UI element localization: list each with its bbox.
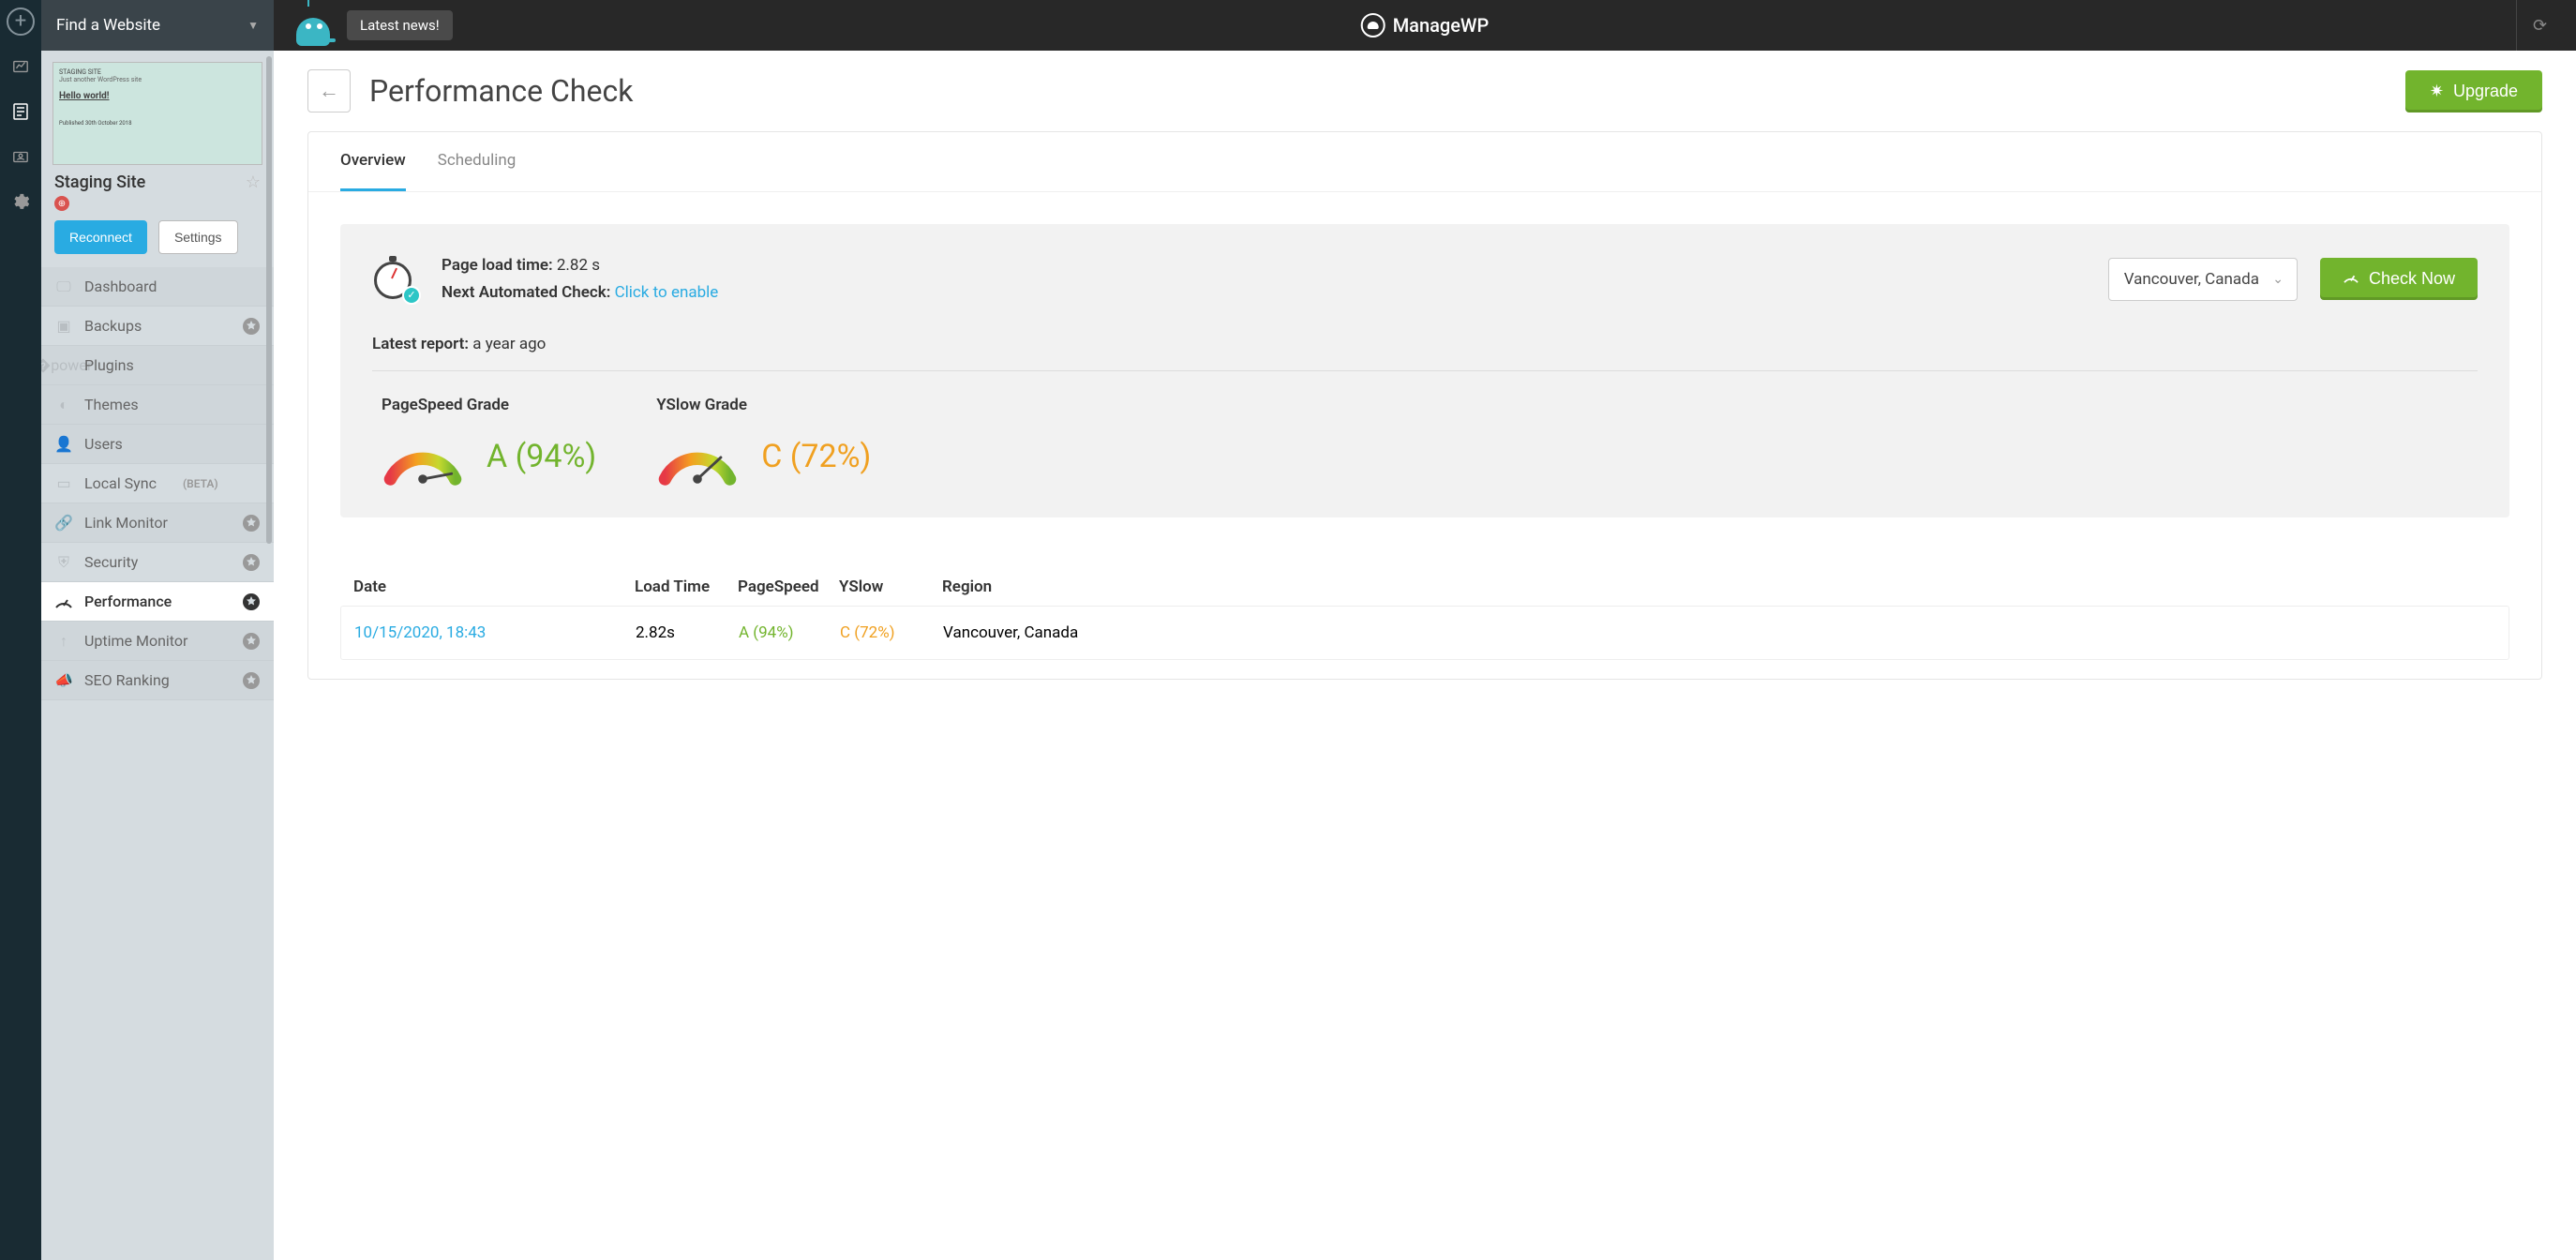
row-pagespeed: A (94%) — [739, 623, 840, 642]
link-icon: 🔗 — [54, 514, 73, 532]
table-row[interactable]: 10/15/2020, 18:43 2.82s A (94%) C (72%) … — [340, 606, 2509, 660]
performance-card: Overview Scheduling ✓ Page load time: 2.… — [307, 131, 2542, 680]
page-header: ← Performance Check ✷Upgrade — [274, 51, 2576, 131]
site-status-icon: ⊕ — [54, 196, 69, 211]
gear-badge-icon — [242, 592, 261, 611]
favorite-star-icon[interactable]: ☆ — [246, 172, 261, 192]
speedometer-icon — [54, 592, 73, 611]
nav-plugins[interactable]: �powerPlugins — [41, 346, 274, 385]
gauge-icon — [378, 424, 468, 489]
row-yslow: C (72%) — [840, 623, 943, 642]
gear-badge-icon — [242, 317, 261, 336]
row-load: 2.82s — [636, 623, 739, 642]
tab-overview[interactable]: Overview — [340, 132, 406, 191]
topbar: Latest news! ManageWP ⟳ — [274, 0, 2576, 51]
nav-seo[interactable]: 📣SEO Ranking — [41, 661, 274, 700]
stopwatch-icon: ✓ — [372, 256, 419, 303]
pagespeed-value: A (94%) — [487, 438, 596, 475]
region-select[interactable]: Vancouver, Canada ⌄ — [2108, 258, 2298, 301]
nav-security[interactable]: ⛨Security — [41, 543, 274, 582]
plug-icon: �power — [54, 356, 73, 375]
site-nav: 🖵Dashboard ▣Backups �powerPlugins ◐Theme… — [41, 267, 274, 1260]
row-date: 10/15/2020, 18:43 — [354, 623, 636, 642]
brand-logo: ManageWP — [1361, 13, 1490, 38]
pagespeed-grade: PageSpeed Grade A (94%) — [378, 396, 596, 489]
gear-badge-icon — [242, 553, 261, 572]
nav-users[interactable]: 👤Users — [41, 425, 274, 464]
tabs: Overview Scheduling — [308, 132, 2541, 192]
latest-report: Latest report: a year ago — [372, 335, 2478, 353]
monitor-icon: 🖵 — [54, 278, 73, 296]
yslow-grade: YSlow Grade C (72%) — [652, 396, 871, 489]
summary-panel: ✓ Page load time: 2.82 s Next Automated … — [340, 224, 2509, 518]
load-info: Page load time: 2.82 s Next Automated Ch… — [442, 252, 2086, 307]
back-button[interactable]: ← — [307, 69, 351, 112]
palette-icon: ◐ — [54, 396, 73, 414]
add-site-button[interactable]: + — [7, 8, 35, 36]
reconnect-button[interactable]: Reconnect — [54, 220, 147, 254]
gear-badge-icon — [242, 514, 261, 532]
main: Latest news! ManageWP ⟳ ← Performance Ch… — [274, 0, 2576, 1260]
rail-clients-icon[interactable] — [7, 142, 35, 171]
sidebar: Find a Website ▼ STAGING SITE Just anoth… — [41, 0, 274, 1260]
shield-icon: ⛨ — [54, 553, 73, 572]
chevron-down-icon: ⌄ — [2272, 272, 2284, 287]
nav-backups[interactable]: ▣Backups — [41, 307, 274, 346]
yslow-value: C (72%) — [761, 438, 871, 475]
whale-icon — [1361, 13, 1385, 38]
find-website-dropdown[interactable]: Find a Website ▼ — [41, 0, 274, 51]
gauge-icon — [652, 424, 742, 489]
news-bubble[interactable]: Latest news! — [347, 10, 453, 40]
left-rail: + — [0, 0, 41, 1260]
gear-badge-icon — [242, 671, 261, 690]
nav-link-monitor[interactable]: 🔗Link Monitor — [41, 503, 274, 543]
site-thumbnail[interactable]: STAGING SITE Just another WordPress site… — [52, 62, 262, 165]
page-title: Performance Check — [369, 73, 633, 109]
find-website-label: Find a Website — [56, 16, 160, 35]
row-region: Vancouver, Canada — [943, 623, 2495, 642]
rail-sites-icon[interactable] — [7, 98, 35, 126]
nav-uptime[interactable]: ↑Uptime Monitor — [41, 622, 274, 661]
gear-icon: ✷ — [2430, 82, 2444, 101]
chevron-down-icon: ▼ — [247, 19, 259, 32]
table-header: Date Load Time PageSpeed YSlow Region — [340, 568, 2509, 606]
arrow-up-icon: ↑ — [54, 632, 73, 651]
refresh-button[interactable]: ⟳ — [2516, 0, 2563, 51]
upgrade-button[interactable]: ✷Upgrade — [2405, 70, 2542, 112]
mascot-icon[interactable] — [292, 5, 334, 46]
user-icon: 👤 — [54, 435, 73, 454]
sidebar-scrollbar[interactable] — [266, 56, 272, 544]
megaphone-icon: 📣 — [54, 671, 73, 690]
nav-themes[interactable]: ◐Themes — [41, 385, 274, 425]
nav-dashboard[interactable]: 🖵Dashboard — [41, 267, 274, 307]
settings-button[interactable]: Settings — [158, 220, 238, 254]
rail-settings-icon[interactable] — [7, 188, 35, 216]
speedometer-icon — [2343, 269, 2359, 289]
site-name: Staging Site — [54, 172, 145, 192]
camera-icon: ▣ — [54, 317, 73, 336]
rail-analytics-icon[interactable] — [7, 52, 35, 81]
grades: PageSpeed Grade A (94%) — [372, 396, 2478, 489]
nav-performance[interactable]: Performance — [41, 582, 274, 622]
nav-local-sync[interactable]: ▭Local Sync (BETA) — [41, 464, 274, 503]
folder-icon: ▭ — [54, 474, 73, 493]
gear-badge-icon — [242, 632, 261, 651]
enable-automated-link[interactable]: Click to enable — [615, 283, 719, 302]
history-table: Date Load Time PageSpeed YSlow Region 10… — [308, 549, 2541, 679]
check-now-button[interactable]: Check Now — [2320, 258, 2478, 300]
tab-scheduling[interactable]: Scheduling — [438, 132, 517, 191]
